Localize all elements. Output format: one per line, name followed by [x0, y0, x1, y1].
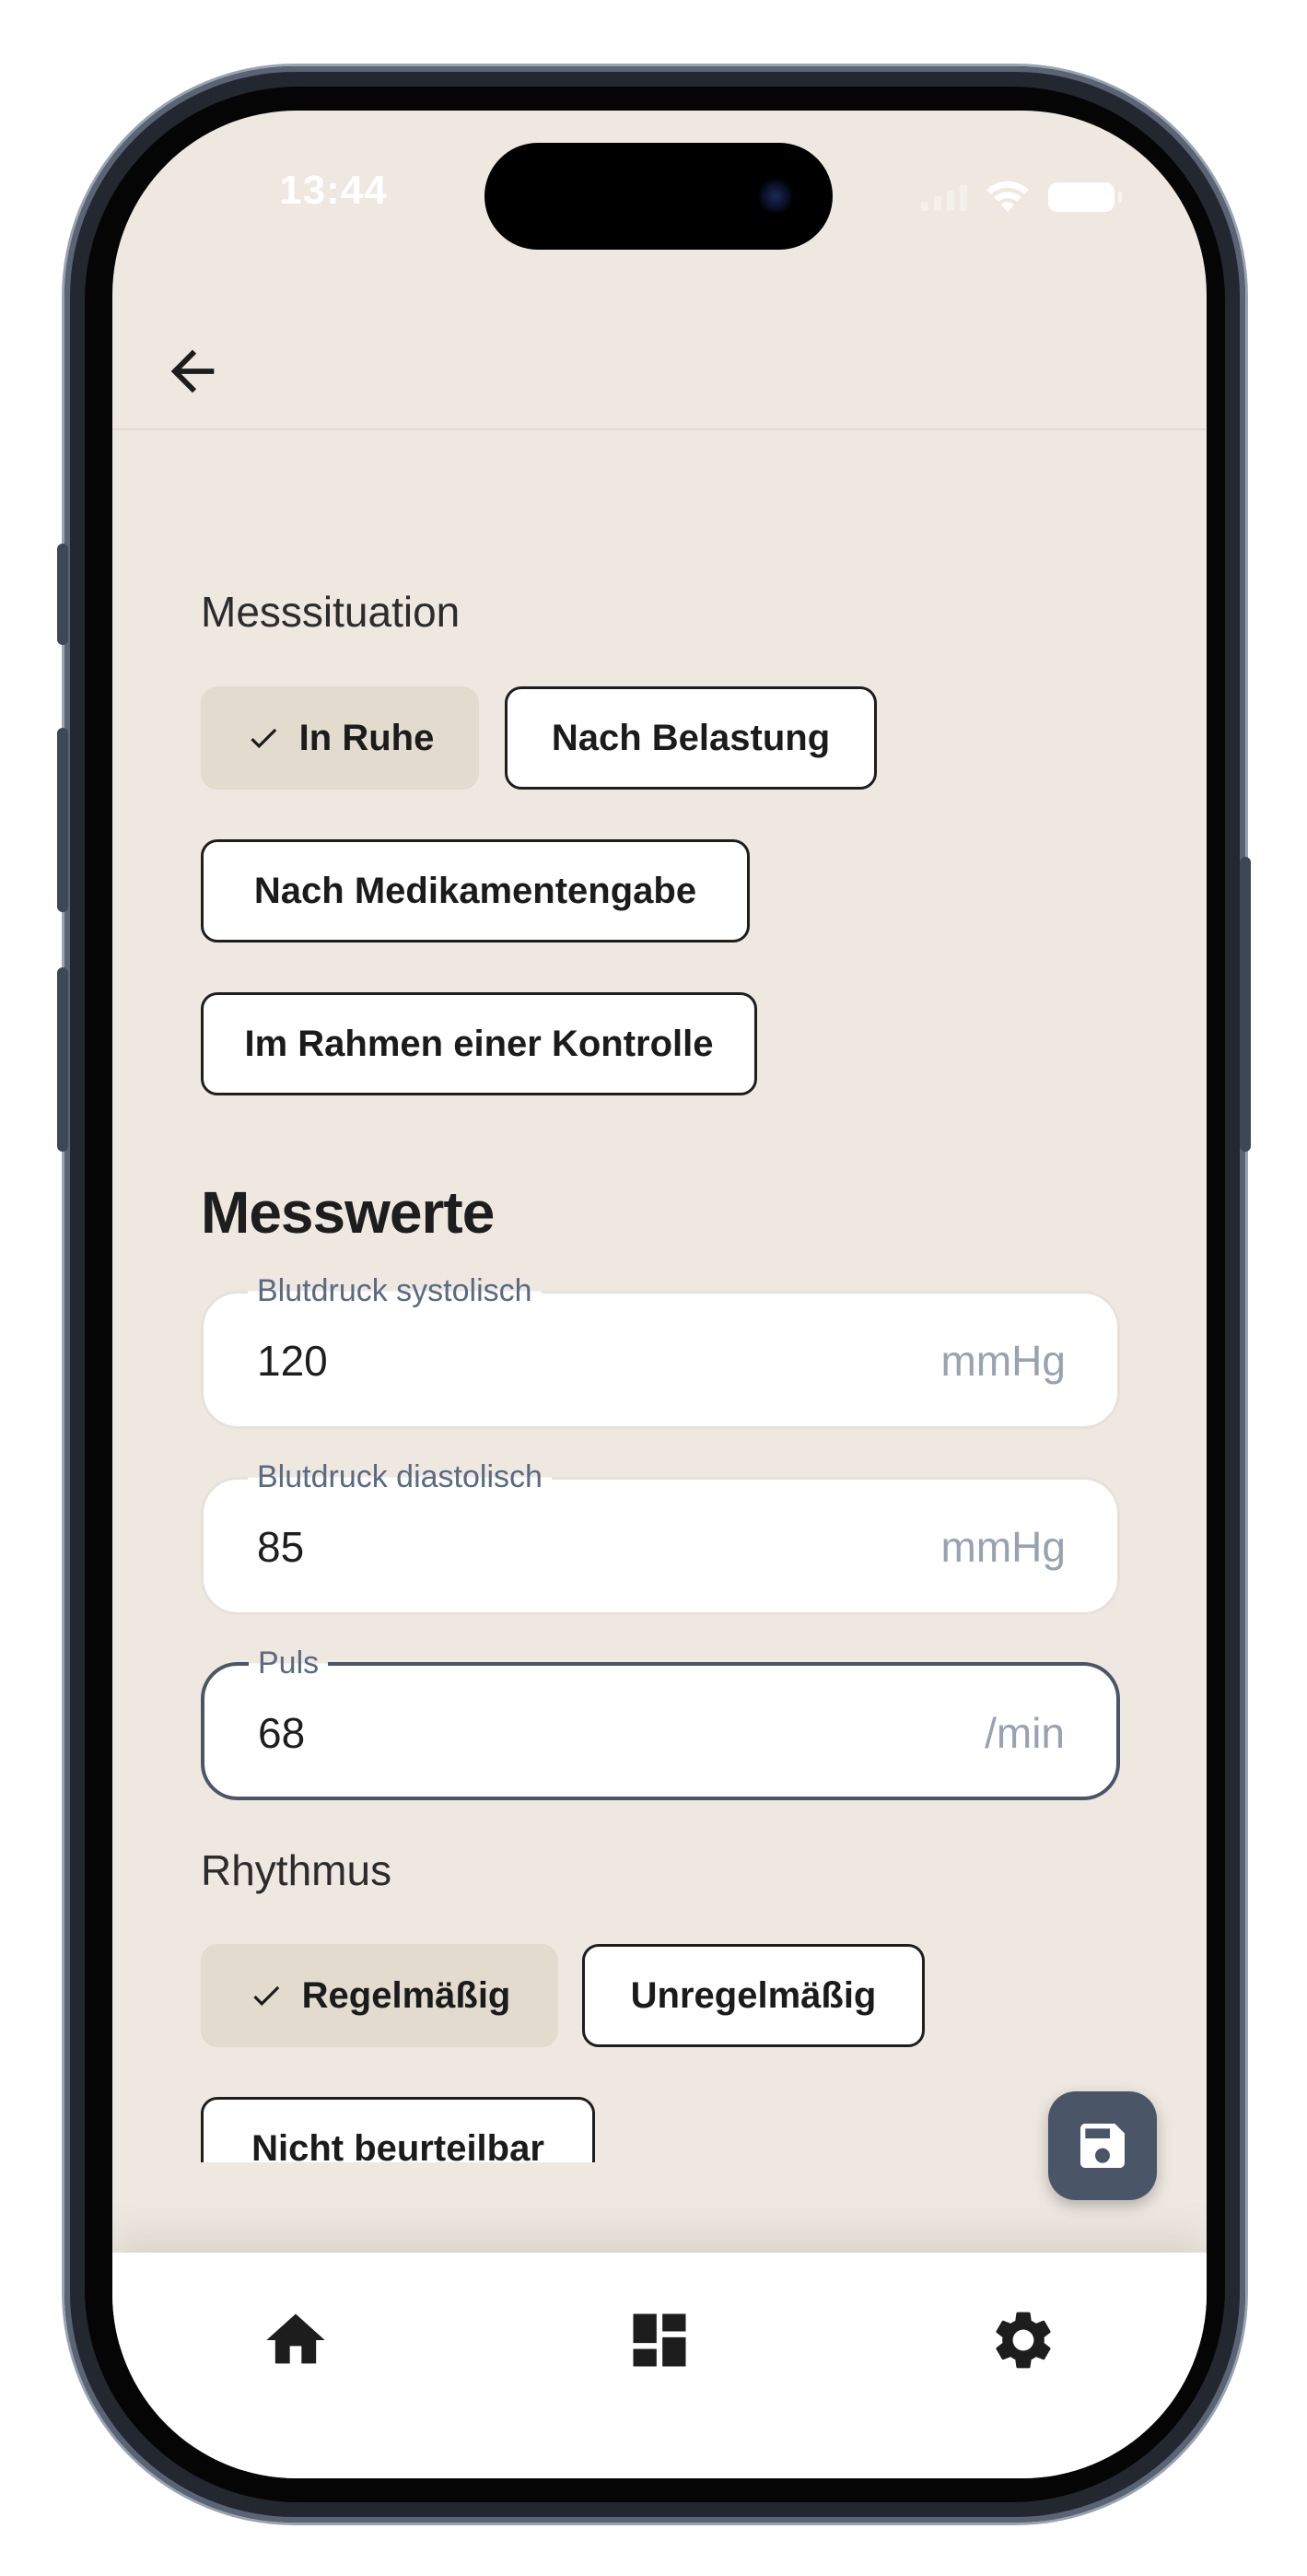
power-button: [1240, 857, 1251, 1152]
form-content[interactable]: Messsituation In Ruhe Nach Belastung Nac…: [112, 430, 1207, 2162]
volume-up-button: [57, 728, 68, 912]
systolic-field[interactable]: Blutdruck systolisch 120 mmHg: [201, 1273, 1120, 1429]
rhythm-label: Rhythmus: [201, 1846, 392, 1894]
arrow-left-icon: [170, 349, 215, 393]
diastolic-field[interactable]: Blutdruck diastolisch 85 mmHg: [201, 1459, 1120, 1615]
bottom-navigation: [112, 2253, 1207, 2478]
cellular-signal-icon: [921, 183, 967, 211]
camera-lens: [757, 178, 794, 215]
situation-label: Messsituation: [201, 588, 461, 636]
dashboard-icon: [633, 2313, 686, 2367]
chip-regelmaessig[interactable]: Regelmäßig: [201, 1944, 558, 2047]
pulse-input[interactable]: 68: [258, 1708, 305, 1758]
chip-label: Unregelmäßig: [630, 1974, 877, 2016]
unit-label: /min: [985, 1709, 1065, 1757]
volume-down-button: [57, 967, 68, 1152]
dynamic-island: [484, 143, 833, 250]
measurements-heading: Messwerte: [201, 1179, 495, 1246]
chip-label: Im Rahmen einer Kontrolle: [244, 1023, 714, 1064]
gear-icon: [996, 2312, 1051, 2369]
chip-label: Regelmäßig: [301, 1974, 511, 2016]
chip-unregelmaessig[interactable]: Unregelmäßig: [582, 1944, 925, 2047]
chip-nicht-beurteilbar[interactable]: Nicht beurteilbar: [201, 2097, 595, 2162]
check-icon: [253, 1985, 279, 2007]
chip-label: Nach Belastung: [551, 717, 831, 758]
check-icon: [251, 728, 276, 749]
chip-label: Nicht beurteilbar: [251, 2127, 544, 2163]
chip-in-ruhe[interactable]: In Ruhe: [201, 686, 479, 790]
pulse-field[interactable]: Puls 68 /min: [201, 1645, 1120, 1800]
back-button[interactable]: [160, 339, 225, 404]
battery-icon: [1048, 182, 1122, 212]
top-app-bar: [112, 313, 1207, 430]
nav-settings[interactable]: [973, 2289, 1074, 2391]
status-icons: [921, 181, 1122, 214]
diastolic-input[interactable]: 85: [257, 1522, 304, 1572]
nav-dashboard[interactable]: [609, 2289, 710, 2391]
save-button[interactable]: [1048, 2091, 1157, 2200]
field-label: Puls: [249, 1645, 329, 1681]
wifi-icon: [986, 181, 1029, 212]
floppy-disk-icon: [1080, 2124, 1125, 2168]
app-screen: 13:44 Messsituation In Ruhe Nach Belastu…: [112, 111, 1207, 2478]
chip-label: In Ruhe: [298, 717, 435, 758]
action-button: [57, 544, 68, 645]
field-label: Blutdruck systolisch: [248, 1273, 542, 1309]
chip-label: Nach Medikamentengabe: [253, 870, 697, 911]
status-time: 13:44: [279, 168, 388, 213]
unit-label: mmHg: [940, 1337, 1066, 1385]
home-icon: [266, 2313, 325, 2364]
nav-home[interactable]: [245, 2289, 346, 2391]
chip-im-rahmen-einer-kontrolle[interactable]: Im Rahmen einer Kontrolle: [201, 992, 757, 1095]
unit-label: mmHg: [940, 1523, 1066, 1571]
chip-nach-medikamentengabe[interactable]: Nach Medikamentengabe: [201, 839, 750, 943]
systolic-input[interactable]: 120: [257, 1336, 328, 1386]
chip-nach-belastung[interactable]: Nach Belastung: [505, 686, 877, 790]
field-label: Blutdruck diastolisch: [248, 1459, 552, 1495]
